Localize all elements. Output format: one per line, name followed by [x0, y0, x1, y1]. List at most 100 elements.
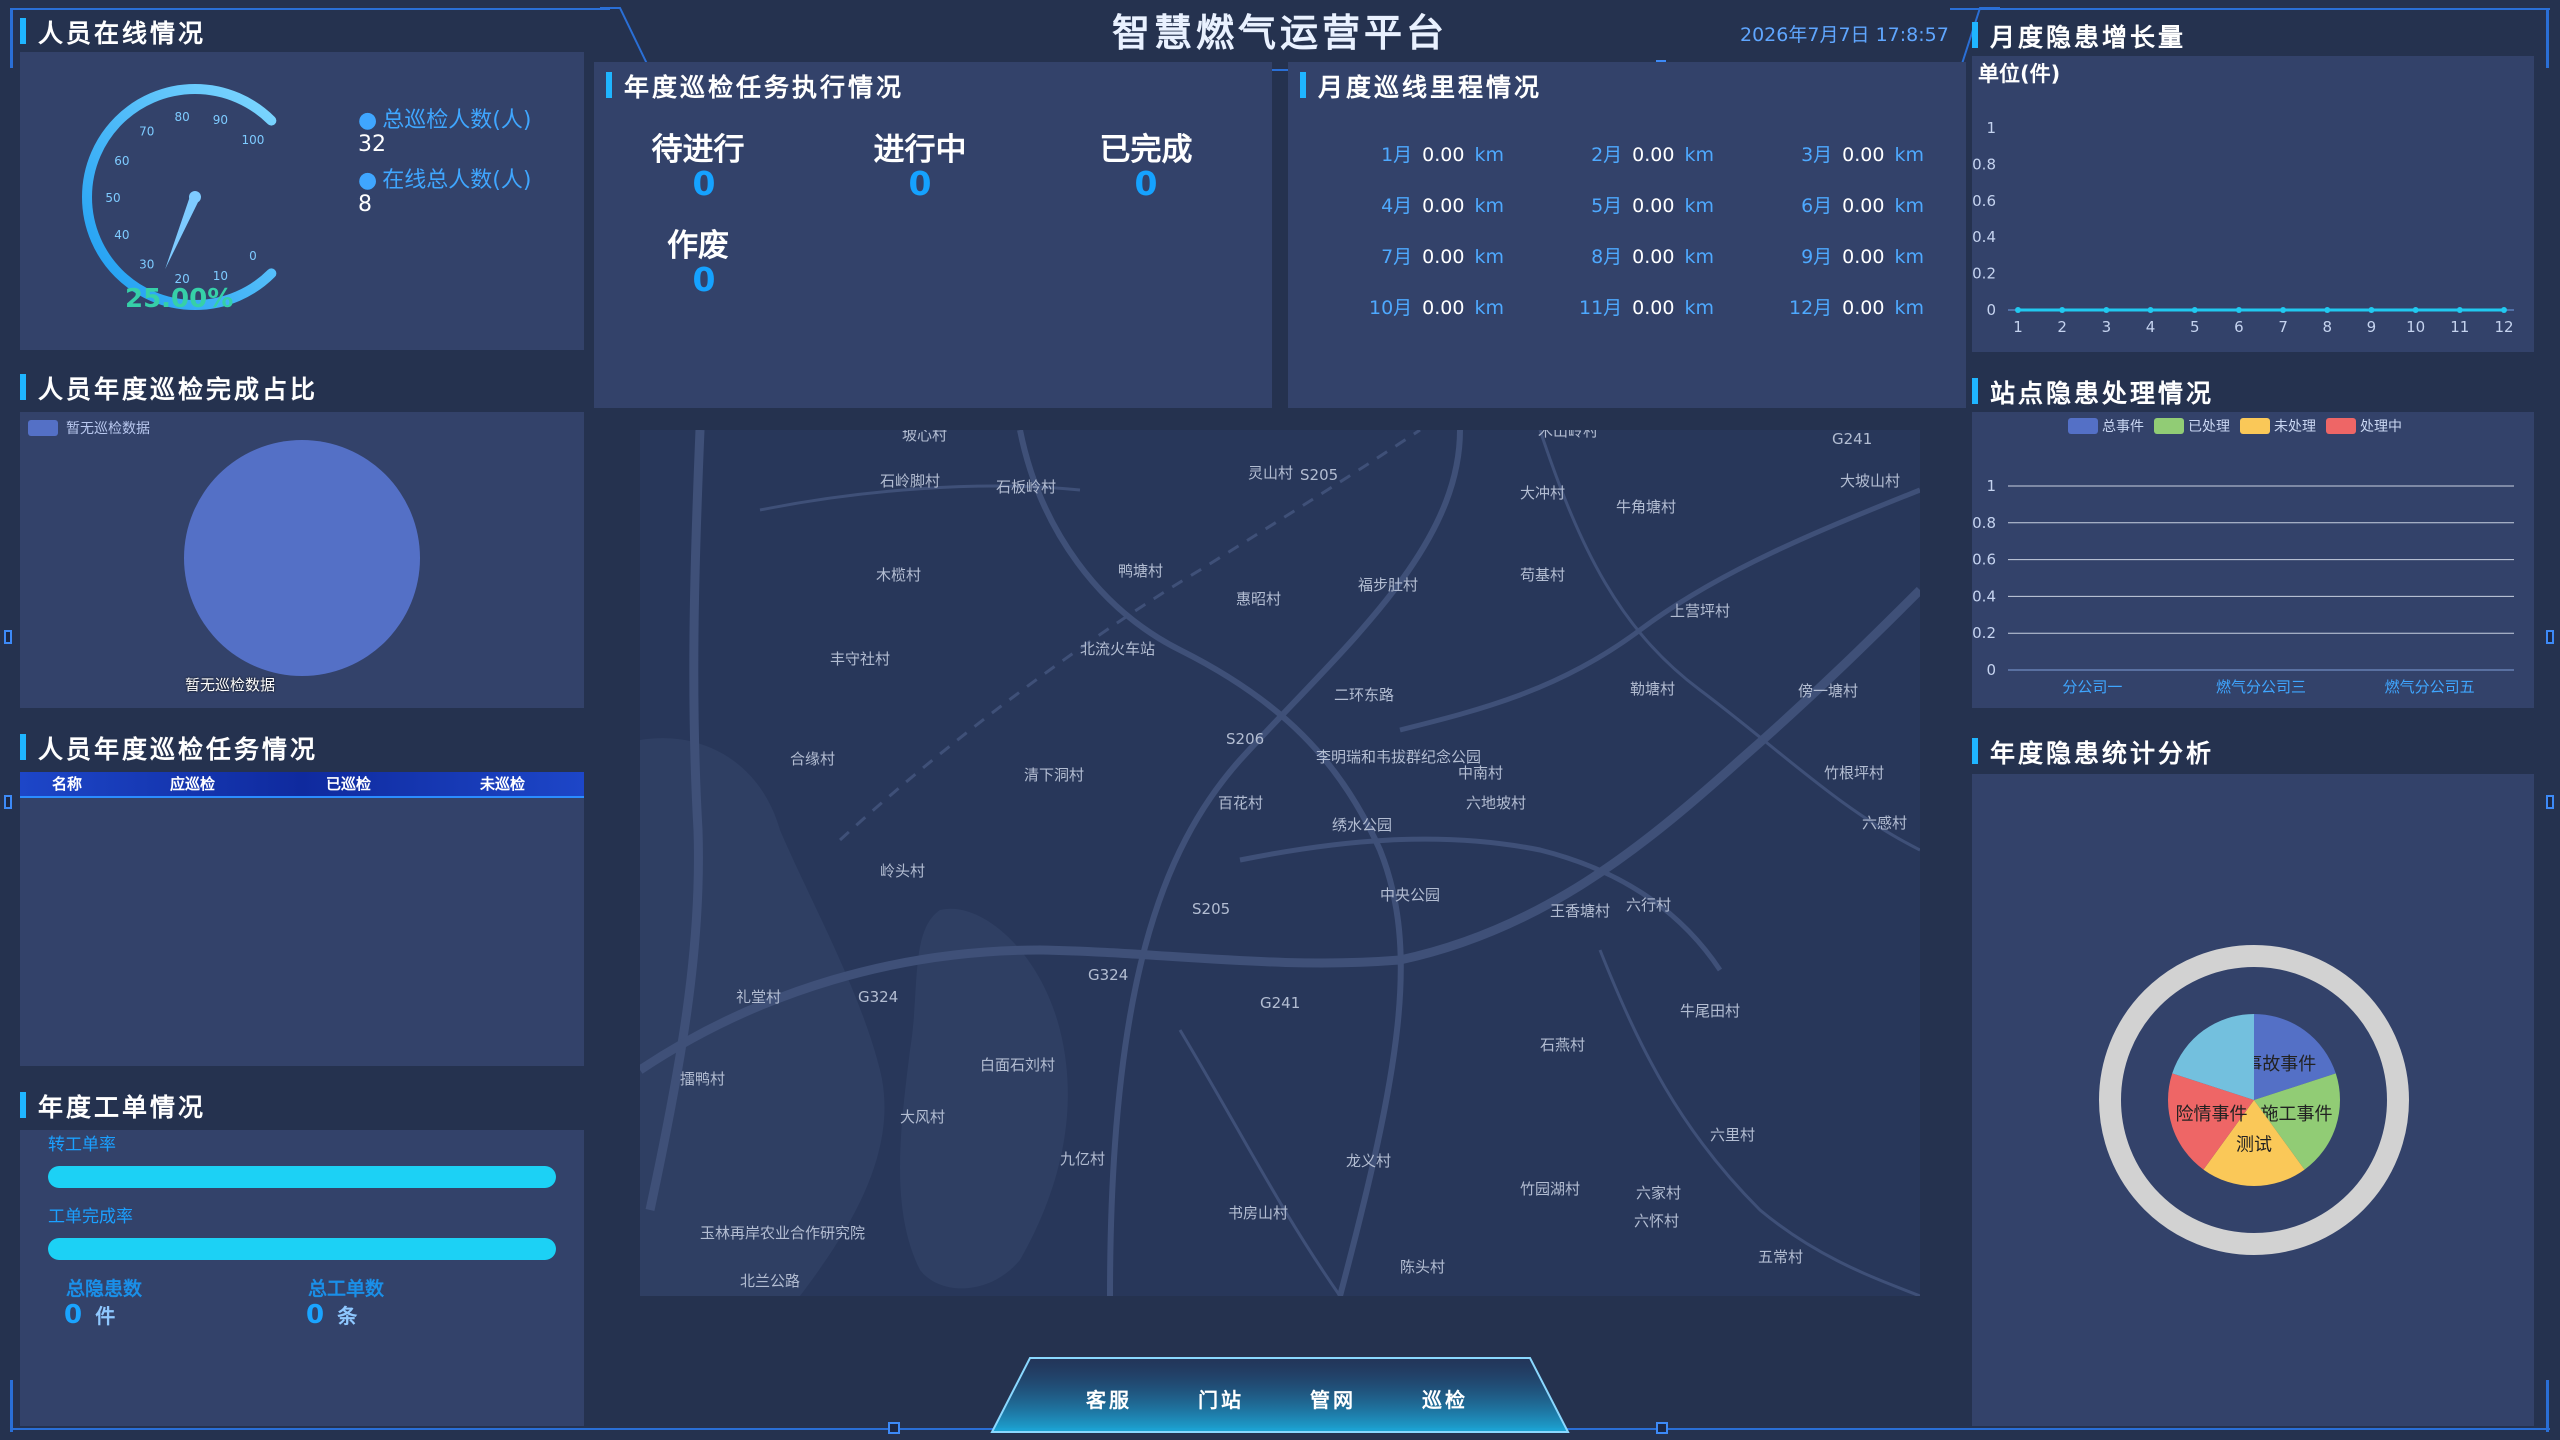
map-place-label: 大风村 [900, 1108, 945, 1126]
tab-customer-service[interactable]: 客服 [1086, 1384, 1132, 1413]
gauge-value: 25.00% [125, 284, 234, 314]
legend-online: ● 在线总人数(人) [358, 162, 531, 194]
tab-pipe-network[interactable]: 管网 [1310, 1384, 1356, 1413]
map-place-label: G324 [858, 988, 898, 1006]
mileage-unit: km [1894, 246, 1924, 268]
mileage-unit: km [1684, 144, 1714, 166]
tab-gate-station[interactable]: 门站 [1198, 1384, 1244, 1413]
legend-total-value: 32 [358, 132, 386, 157]
map-place-label: S205 [1192, 900, 1230, 918]
completion-pie [184, 440, 420, 676]
map-place-label: 石板岭村 [996, 478, 1056, 496]
panel-annual-tasks: 名称 应巡检 已巡检 未巡检 [20, 772, 584, 1066]
annual-hazard-pie: 事故事件施工事件测试 险情事件 [2099, 945, 2409, 1255]
section-title-completion: 人员年度巡检完成占比 [20, 370, 318, 406]
mileage-unit: km [1474, 195, 1504, 217]
table-header: 名称 应巡检 已巡检 未巡检 [20, 772, 584, 798]
complete-rate-label: 工单完成率 [48, 1207, 133, 1227]
pie-slice-label: 施工事件 [2261, 1104, 2333, 1125]
map-place-label: 六感村 [1862, 814, 1907, 832]
pie-slice-label: 险情事件 [2175, 1104, 2247, 1125]
gauge-needle-hub [189, 191, 201, 203]
gauge-tick-label: 50 [105, 191, 120, 205]
order-count: 0 条 [306, 1300, 357, 1330]
frame-dot [2546, 795, 2554, 809]
panel-mileage: 月度巡线里程情况 1月 0.00 km 2月 0.00 km 3月 0.00 km 4月 0.00 k… [1288, 62, 1966, 408]
x-tick-label: 3 [2102, 318, 2112, 336]
section-title-station-hazard: 站点隐患处理情况 [1972, 374, 2214, 410]
map-place-label: 竹根坪村 [1824, 764, 1884, 782]
map-place-label: 礼堂村 [736, 988, 781, 1006]
map-place-label: 李明瑞和韦拔群纪念公园 [1316, 748, 1481, 766]
map-place-label: 大冲村 [1520, 484, 1565, 502]
mileage-unit: km [1894, 297, 1924, 319]
gauge-tick-label: 90 [213, 113, 228, 127]
order-count-unit: 条 [337, 1304, 358, 1328]
station-hazard-chart: 0 0.2 0.4 0.6 0.8 1 分公司一 燃气分公司三 燃气分公司五 [1972, 477, 2514, 696]
mileage-cell: 6月 0.00 km [1724, 191, 1924, 218]
mileage-month: 5月 [1591, 195, 1623, 217]
gauge-tick-label: 100 [242, 133, 265, 147]
y-tick-label: 0.2 [1972, 265, 1996, 283]
mileage-value: 0.00 [1422, 297, 1465, 319]
mileage-unit: km [1684, 246, 1714, 268]
transfer-rate-bar [48, 1166, 556, 1188]
mileage-value: 0.00 [1632, 246, 1675, 268]
mileage-cell: 5月 0.00 km [1514, 191, 1714, 218]
x-tick-label: 8 [2322, 318, 2332, 336]
legend-online-label: 在线总人数(人) [382, 168, 532, 193]
data-point [2456, 307, 2463, 313]
mileage-unit: km [1474, 297, 1504, 319]
tab-patrol[interactable]: 巡检 [1422, 1384, 1468, 1413]
task-void-value: 0 [692, 260, 716, 299]
mileage-value: 0.00 [1842, 297, 1885, 319]
section-title-online: 人员在线情况 [20, 14, 206, 50]
order-count-label: 总工单数 [308, 1278, 385, 1300]
map-place-label: 惠昭村 [1236, 590, 1281, 608]
complete-rate-track [48, 1238, 556, 1260]
gauge-tick-label: 0 [249, 249, 257, 263]
mileage-cell: 1月 0.00 km [1304, 140, 1504, 167]
completion-pie-label: 暂无巡检数据 [185, 676, 276, 694]
data-point [2412, 307, 2419, 313]
mileage-unit: km [1684, 195, 1714, 217]
pie-slice-label: 测试 [2236, 1135, 2272, 1156]
completion-legend-label: 暂无巡检数据 [66, 421, 150, 437]
data-point [2368, 307, 2375, 313]
x-tick-label: 9 [2367, 318, 2377, 336]
mileage-unit: km [1894, 195, 1924, 217]
mileage-cell: 9月 0.00 km [1724, 242, 1924, 269]
map-place-label: 合缘村 [790, 750, 835, 768]
gauge-tick-label: 60 [114, 154, 129, 168]
task-pending-value: 0 [692, 164, 716, 203]
map-place-label: 木榄村 [876, 566, 921, 584]
map-place-label: S206 [1226, 730, 1264, 748]
x-tick-label: 12 [2494, 318, 2513, 336]
x-tick-label: 11 [2450, 318, 2469, 336]
map-place-label: 六怀村 [1634, 1212, 1679, 1230]
map-place-label: 岭头村 [880, 862, 925, 880]
legend-dot-icon: ● [358, 108, 378, 133]
frame-right-bottom [2546, 1380, 2549, 1432]
frame-dot [4, 795, 12, 809]
section-title-monthly-growth: 月度隐患增长量 [1972, 18, 2186, 54]
complete-rate-bar [48, 1238, 556, 1260]
monthly-growth-chart: 00.20.40.60.811 2 3 4 5 6 7 8 9 10 11 12 [1972, 119, 2514, 336]
map-place-label: 九亿村 [1060, 1150, 1105, 1168]
y-tick-label: 0.4 [1972, 228, 1996, 246]
mileage-month: 12月 [1788, 297, 1833, 319]
mileage-month: 9月 [1801, 246, 1833, 268]
mileage-unit: km [1894, 144, 1924, 166]
legend-dot-icon: ● [358, 168, 378, 193]
gauge-tick-label: 10 [213, 269, 228, 283]
data-point [2103, 307, 2110, 313]
column-header-should: 应巡检 [170, 775, 216, 793]
x-tick-label: 6 [2234, 318, 2244, 336]
x-tick-label: 1 [2013, 318, 2023, 336]
map-place-label: 六地坡村 [1466, 794, 1526, 812]
mileage-unit: km [1474, 246, 1504, 268]
panel-online: 0 10 20 30 40 50 60 70 80 90 100 25.00% ● 总巡检人数(人)… [20, 52, 584, 350]
map-view[interactable]: 坡心村 石岭脚村 石板岭村 灵山村 S205 木山岭村 大冲村 牛角塘村 G241 大坡山村 木榄村… [640, 430, 1920, 1296]
data-point [2191, 307, 2198, 313]
map-place-label: 上营坪村 [1670, 602, 1730, 620]
